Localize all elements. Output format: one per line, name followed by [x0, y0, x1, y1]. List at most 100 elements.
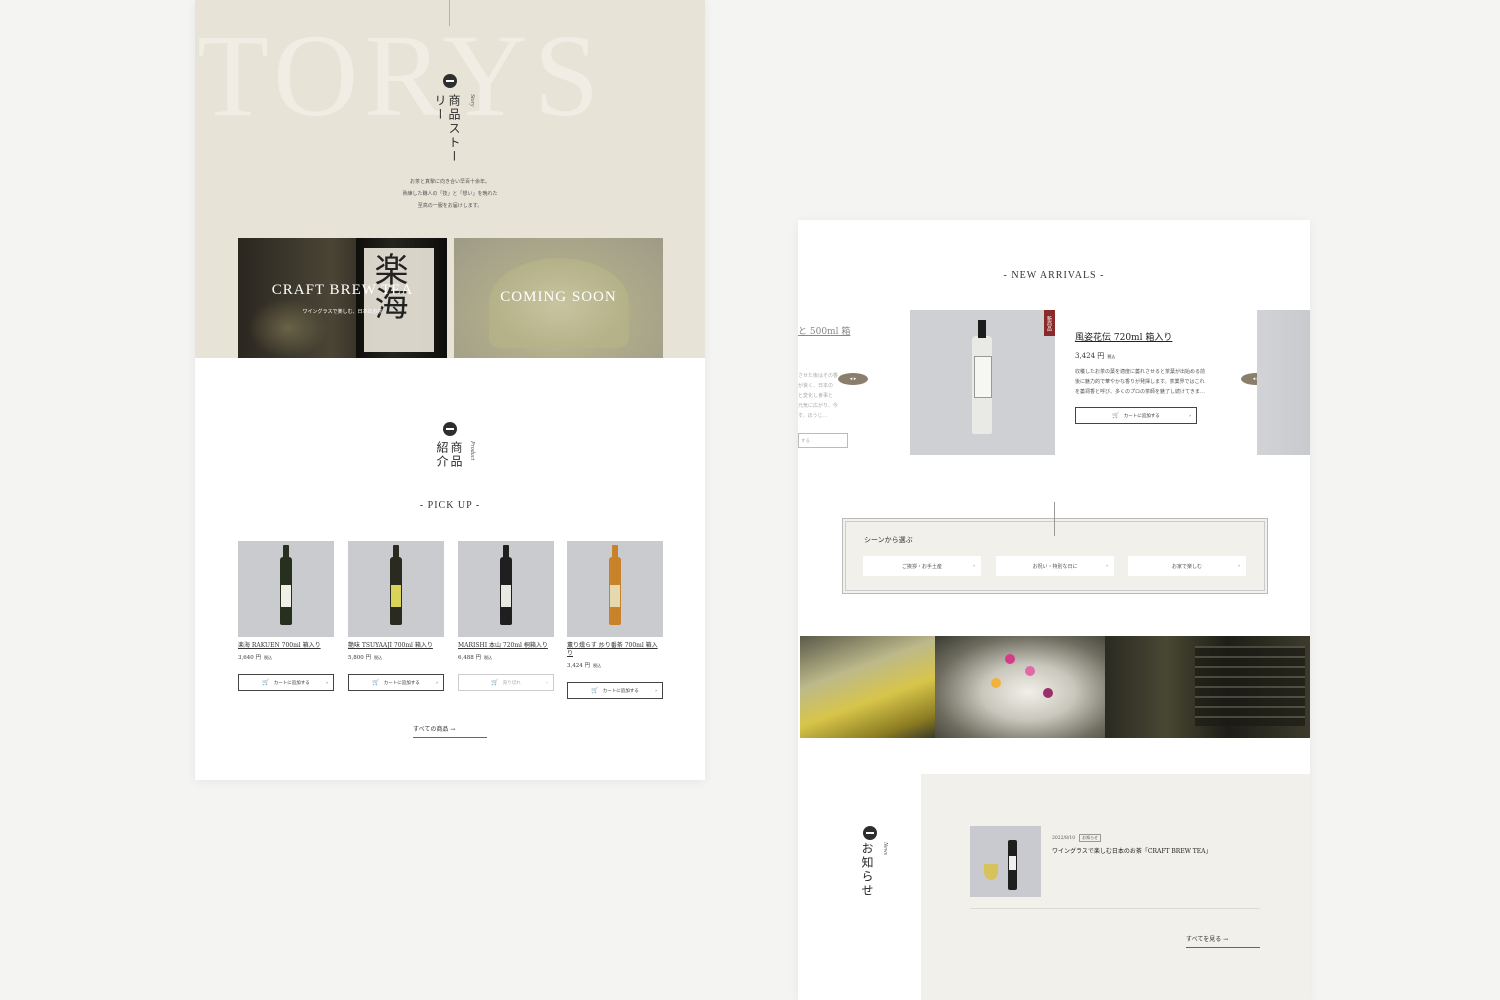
scene-selector: シーンから選ぶ ご挨拶・お手土産 › お祝い・特別な日に › お家で楽しむ ›	[842, 518, 1268, 594]
wine-cellar-photo	[1105, 636, 1310, 738]
news-thumbnail[interactable]	[970, 826, 1041, 897]
carousel-prev-button[interactable]: ◂ ▸	[838, 373, 868, 385]
bottle-rack	[1195, 646, 1305, 726]
flower-decoration	[991, 678, 1001, 688]
glass-glow	[248, 298, 328, 358]
arrival-price: 3,424 円税込	[1075, 352, 1116, 360]
story-bg-text: TORYS	[197, 10, 606, 141]
scene-option-home[interactable]: お家で楽しむ ›	[1128, 556, 1246, 576]
bottle-label	[391, 585, 401, 607]
bottle-shape	[390, 545, 402, 625]
product-image[interactable]	[348, 541, 444, 637]
crest-icon	[443, 74, 457, 88]
cart-icon: 🛒	[1112, 412, 1120, 419]
chevron-right-icon: ›	[1238, 563, 1240, 569]
chevron-right-icon: ›	[436, 679, 438, 686]
bottle-label	[610, 585, 620, 607]
news-title: お知らせ	[860, 842, 874, 898]
banner-title: COMING SOON	[500, 289, 617, 305]
product-card[interactable]: 楽海 RAKUEN 700ml 箱入り 3,640 円税込 🛒 カートに追加する ›	[238, 541, 334, 691]
scene-option-gift[interactable]: ご挨拶・お手土産 ›	[863, 556, 981, 576]
bottle-shape	[1008, 840, 1017, 890]
banner-subtitle: ワイングラスで楽しむ、日本のお茶	[302, 309, 383, 315]
product-price: 3,424 円税込	[567, 663, 601, 669]
product-image[interactable]	[567, 541, 663, 637]
new-arrivals-heading: - NEW ARRIVALS -	[1003, 270, 1105, 281]
news-title-en: News	[882, 842, 888, 856]
new-product-badge: 新商品	[1044, 310, 1055, 336]
flower-decoration	[1043, 688, 1053, 698]
coming-soon-banner[interactable]: COMING SOON	[454, 238, 663, 358]
bottle-shape	[280, 545, 292, 625]
view-all-news-link[interactable]: すべてを見る →	[1186, 934, 1260, 948]
cart-icon: 🛒	[262, 679, 270, 686]
scene-title: シーンから選ぶ	[864, 536, 913, 544]
view-all-products-link[interactable]: すべての商品 →	[413, 724, 487, 738]
arrival-info: 風姿花伝 720ml 箱入り 3,424 円税込 収穫したお茶の葉を適度に萎れさ…	[1075, 330, 1205, 424]
product-image[interactable]	[238, 541, 334, 637]
flower-decoration	[1005, 654, 1015, 664]
story-title-en: Story	[469, 94, 475, 107]
flower-decoration	[1025, 666, 1035, 676]
chevron-right-icon: ›	[973, 563, 975, 569]
product-price: 6,488 円税込	[458, 655, 492, 661]
divider	[970, 908, 1260, 909]
arrival-description: 収穫したお茶の葉を適度に萎れさせると茶葉が出始める前後に魅力的で華やかな香りが発…	[1075, 369, 1206, 395]
product-price: 5,800 円税込	[348, 655, 382, 661]
story-line-1: お茶と真摯に向き合い早百十余年。	[409, 179, 490, 185]
chevron-right-icon: ›	[1106, 563, 1108, 569]
arrow-left-icon: ◂ ▸	[849, 376, 857, 382]
chevron-right-icon: ›	[546, 679, 548, 686]
product-name[interactable]: 艶味 TSUYAAJI 700ml 箱入り	[348, 642, 444, 650]
crest-icon	[863, 826, 877, 840]
chevron-right-icon: ›	[1189, 412, 1191, 419]
add-to-cart-button[interactable]: 🛒 カートに追加する ›	[348, 674, 444, 691]
glass-shape	[984, 864, 998, 880]
story-line-3: 至高の一服をお届けします。	[417, 203, 483, 209]
product-name[interactable]: 薫り燻らす 炒り番茶 700ml 箱入り	[567, 642, 663, 658]
chevron-right-icon: ›	[326, 679, 328, 686]
story-line-2: 熟練した職人の「技」と「想い」を晩れた	[402, 191, 498, 197]
story-page: TORYS 商品ストーリー Story お茶と真摯に向き合い早百十余年。 熟練し…	[195, 0, 705, 780]
bottle-label	[281, 585, 291, 607]
product-card[interactable]: MARISHI 本山 720ml 桐箱入り 6,488 円税込 🛒 売り切れ ›	[458, 541, 554, 691]
scene-option-celebration[interactable]: お祝い・特別な日に ›	[996, 556, 1114, 576]
banner-title: CRAFT BREW TEA	[271, 282, 414, 298]
tea-glass-photo	[800, 636, 935, 738]
story-title: 商品ストーリー	[433, 94, 461, 164]
crest-icon	[443, 422, 457, 436]
product-card[interactable]: 艶味 TSUYAAJI 700ml 箱入り 5,800 円税込 🛒 カートに追加す…	[348, 541, 444, 691]
cart-icon: 🛒	[591, 687, 599, 694]
divider-line	[449, 0, 450, 26]
add-to-cart-button[interactable]: 🛒 カートに追加する ›	[1075, 407, 1197, 424]
cart-icon: 🛒	[372, 679, 380, 686]
product-price: 3,640 円税込	[238, 655, 272, 661]
food-pairing-photo	[935, 636, 1105, 738]
divider-line	[1054, 502, 1055, 536]
next-arrival-image[interactable]	[1257, 310, 1310, 455]
shop-page: - NEW ARRIVALS - と 500ml 箱 させた後はその香 が良く、…	[798, 220, 1310, 1000]
news-item-title[interactable]: ワイングラスで楽しむ日本のお茶「CRAFT BREW TEA」	[1052, 846, 1212, 855]
bottle-shape	[500, 545, 512, 625]
news-tag: お知らせ	[1079, 834, 1101, 842]
product-name[interactable]: 楽海 RAKUEN 700ml 箱入り	[238, 642, 334, 650]
pickup-heading: - PICK UP -	[419, 500, 481, 511]
add-to-cart-button[interactable]: 🛒 カートに追加する ›	[238, 674, 334, 691]
prev-add-to-cart-button[interactable]: する	[798, 433, 848, 448]
add-to-cart-button[interactable]: 🛒 カートに追加する ›	[567, 682, 663, 699]
arrival-product-name[interactable]: 風姿花伝 720ml 箱入り	[1075, 330, 1205, 343]
sold-out-button: 🛒 売り切れ ›	[458, 674, 554, 691]
bottle-label	[501, 585, 511, 607]
craft-brew-tea-banner[interactable]: 楽海 CRAFT BREW TEA ワイングラスで楽しむ、日本のお茶	[238, 238, 447, 358]
bottle-shape	[609, 545, 621, 625]
chevron-right-icon: ›	[655, 687, 657, 694]
product-name[interactable]: MARISHI 本山 720ml 桐箱入り	[458, 642, 554, 650]
cart-icon: 🛒	[491, 679, 499, 686]
bottle-shape	[972, 320, 992, 434]
arrival-product-image[interactable]: 新商品	[910, 310, 1055, 455]
news-date: 2022/8/10 お知らせ	[1052, 834, 1101, 842]
product-card[interactable]: 薫り燻らす 炒り番茶 700ml 箱入り 3,424 円税込 🛒 カートに追加する…	[567, 541, 663, 699]
prev-arrival-name[interactable]: と 500ml 箱	[798, 324, 858, 337]
product-image[interactable]	[458, 541, 554, 637]
products-title-en: Product	[469, 441, 475, 461]
